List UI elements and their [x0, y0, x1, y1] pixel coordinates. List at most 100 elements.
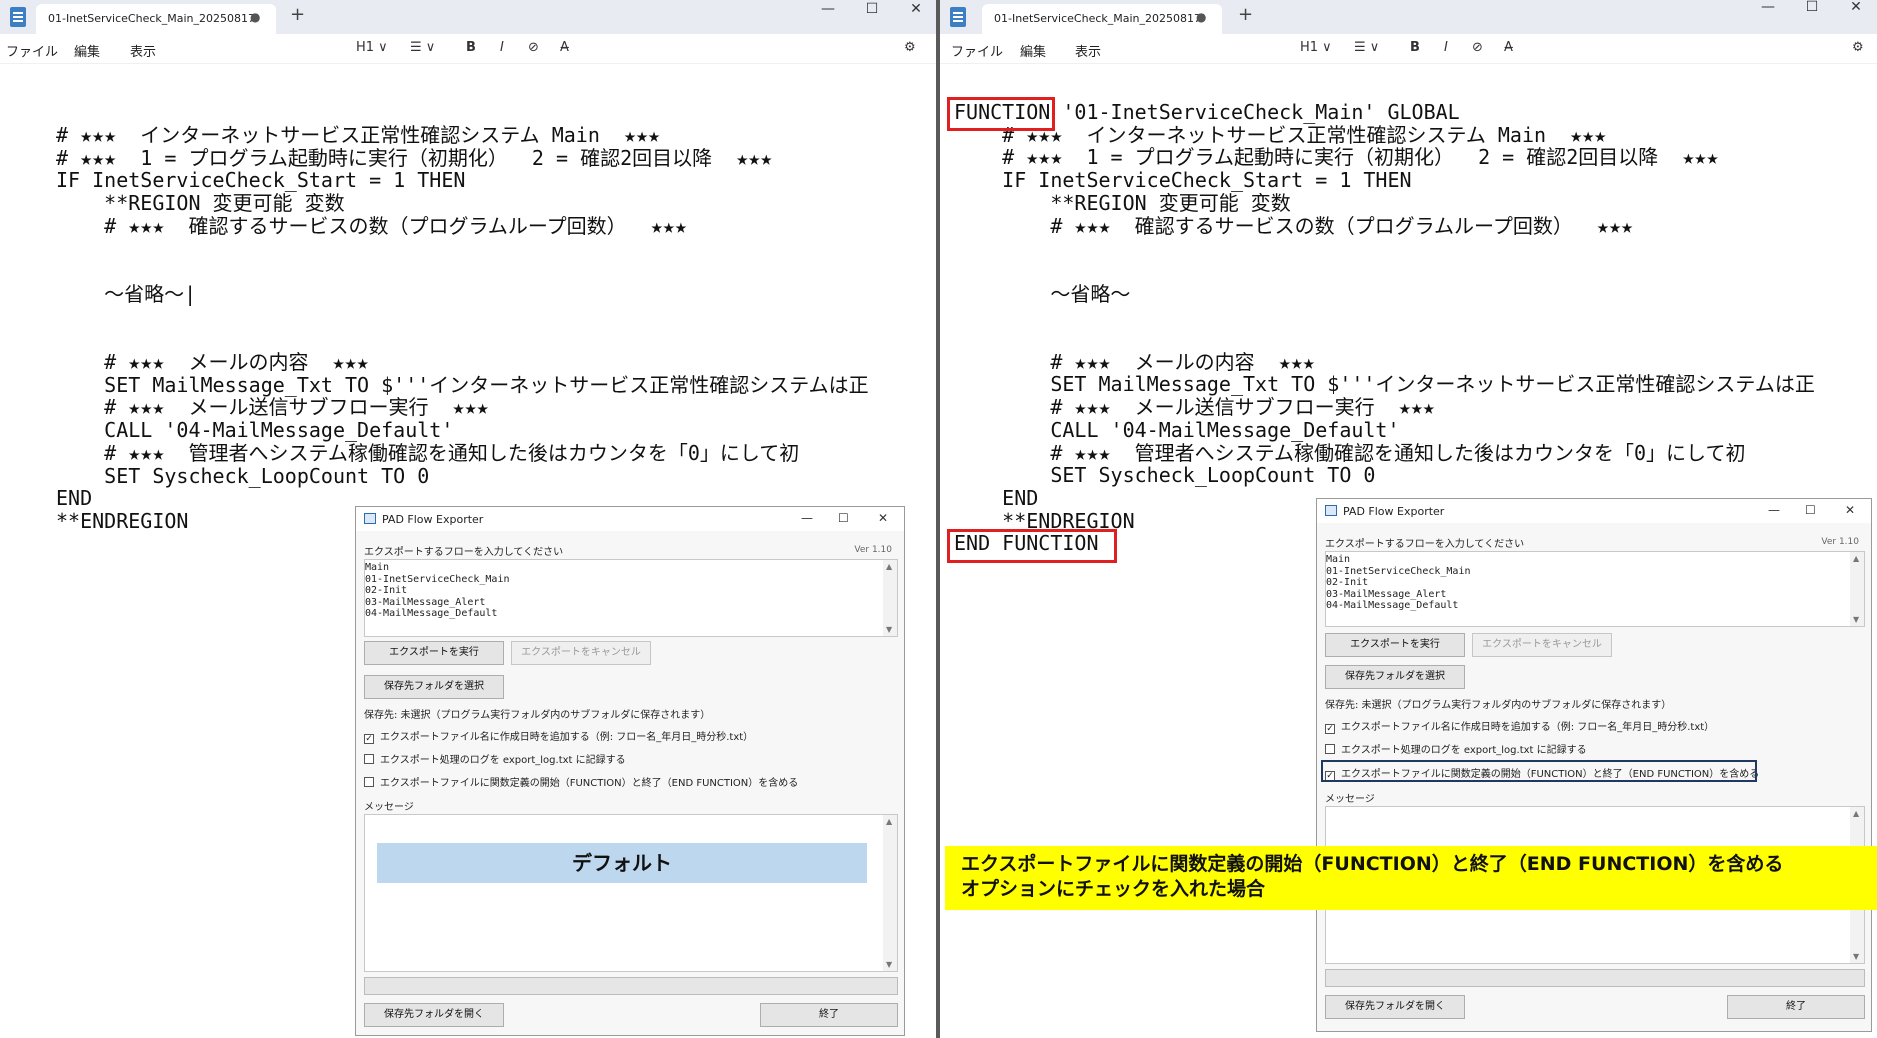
- default-banner: デフォルト: [377, 843, 867, 883]
- cancel-export-button[interactable]: エクスポートをキャンセル: [511, 641, 651, 665]
- link-icon[interactable]: ⊘: [528, 40, 539, 55]
- dialog-close-button[interactable]: ✕: [1845, 503, 1855, 517]
- list-dropdown[interactable]: ☰ ∨: [410, 40, 435, 55]
- save-destination-label: 保存先: 未選択（プログラム実行フォルダ内のサブフォルダに保存されます）: [364, 710, 711, 721]
- minimize-button[interactable]: —: [1748, 0, 1788, 26]
- export-button[interactable]: エクスポートを実行: [1325, 633, 1465, 657]
- dialog-maximize-button[interactable]: ☐: [838, 511, 849, 525]
- flow-prompt-label: エクスポートするフローを入力してください: [1325, 539, 1525, 550]
- maximize-button[interactable]: ☐: [852, 2, 892, 28]
- checkbox-checked-icon[interactable]: ✓: [1325, 724, 1335, 734]
- flow-prompt-label: エクスポートするフローを入力してください: [364, 547, 564, 558]
- checkbox-checked-icon[interactable]: ✓: [364, 734, 374, 744]
- version-label: Ver 1.10: [1821, 537, 1859, 547]
- menu-bar: ファイル 編集 表示 H1 ∨ ☰ ∨ B I ⊘ A̶ ⚙: [0, 34, 936, 64]
- option-datetime-checkbox[interactable]: ✓ エクスポートファイル名に作成日時を追加する（例: フロー名_年月日_時分秒.t…: [1325, 718, 1714, 734]
- minimize-button[interactable]: —: [808, 2, 848, 28]
- scroll-up-icon[interactable]: ▲: [1853, 554, 1859, 563]
- pad-flow-exporter-dialog: PAD Flow Exporter — ☐ ✕ エクスポートするフローを入力して…: [355, 506, 905, 1036]
- menu-file[interactable]: ファイル: [6, 41, 58, 60]
- app-window-icon: [364, 513, 376, 524]
- scroll-up-icon[interactable]: ▲: [1853, 809, 1859, 818]
- menu-file[interactable]: ファイル: [951, 41, 1003, 60]
- settings-gear-icon[interactable]: ⚙: [904, 40, 916, 55]
- scroll-down-icon[interactable]: ▼: [1853, 615, 1859, 624]
- checkbox-unchecked-icon[interactable]: [364, 777, 374, 787]
- dialog-minimize-button[interactable]: —: [801, 511, 813, 525]
- open-folder-button[interactable]: 保存先フォルダを開く: [1325, 995, 1465, 1019]
- menu-edit[interactable]: 編集: [1020, 41, 1046, 60]
- function-red-highlight: [947, 97, 1055, 131]
- new-tab-button[interactable]: +: [1238, 4, 1253, 25]
- editor-tab[interactable]: 01-InetServiceCheck_Main_20250817 ●: [982, 4, 1222, 34]
- flow-scrollbar[interactable]: ▲ ▼: [1850, 552, 1864, 626]
- scroll-down-icon[interactable]: ▼: [1853, 952, 1859, 961]
- flow-scrollbar[interactable]: ▲ ▼: [883, 560, 897, 636]
- option-datetime-checkbox[interactable]: ✓ エクスポートファイル名に作成日時を追加する（例: フロー名_年月日_時分秒.t…: [364, 728, 753, 744]
- message-label: メッセージ: [364, 802, 414, 813]
- scroll-up-icon[interactable]: ▲: [886, 817, 892, 826]
- dialog-minimize-button[interactable]: —: [1768, 503, 1780, 517]
- unsaved-dot-icon[interactable]: ●: [1196, 10, 1206, 24]
- heading-dropdown[interactable]: H1 ∨: [1300, 40, 1332, 55]
- option-log-label: エクスポート処理のログを export_log.txt に記録する: [380, 755, 626, 766]
- clear-format-icon[interactable]: A̶: [1504, 40, 1513, 55]
- flow-input[interactable]: Main 01-InetServiceCheck_Main 02-Init 03…: [1325, 551, 1865, 627]
- open-folder-button[interactable]: 保存先フォルダを開く: [364, 1003, 504, 1027]
- select-folder-button[interactable]: 保存先フォルダを選択: [364, 675, 504, 699]
- maximize-button[interactable]: ☐: [1792, 0, 1832, 26]
- menu-view[interactable]: 表示: [1075, 41, 1101, 60]
- italic-button[interactable]: I: [1444, 40, 1448, 55]
- dialog-title-bar: PAD Flow Exporter — ☐ ✕: [356, 507, 904, 531]
- message-area[interactable]: ▲ ▼: [364, 814, 898, 972]
- dialog-close-button[interactable]: ✕: [878, 511, 888, 525]
- exit-button[interactable]: 終了: [760, 1003, 898, 1027]
- pad-flow-exporter-dialog: PAD Flow Exporter — ☐ ✕ エクスポートするフローを入力して…: [1316, 498, 1872, 1032]
- version-label: Ver 1.10: [854, 545, 892, 555]
- checkbox-unchecked-icon[interactable]: [364, 754, 374, 764]
- option-log-checkbox[interactable]: エクスポート処理のログを export_log.txt に記録する: [1325, 741, 1587, 756]
- scroll-down-icon[interactable]: ▼: [886, 625, 892, 634]
- link-icon[interactable]: ⊘: [1472, 40, 1483, 55]
- menu-view[interactable]: 表示: [130, 41, 156, 60]
- exit-button[interactable]: 終了: [1727, 995, 1865, 1019]
- notepad-icon: [950, 7, 966, 27]
- export-button[interactable]: エクスポートを実行: [364, 641, 504, 665]
- italic-button[interactable]: I: [500, 40, 504, 55]
- message-scrollbar[interactable]: ▲ ▼: [883, 815, 897, 971]
- option-function-checkbox[interactable]: エクスポートファイルに関数定義の開始（FUNCTION）と終了（END FUNC…: [364, 774, 798, 789]
- list-dropdown[interactable]: ☰ ∨: [1354, 40, 1379, 55]
- scroll-down-icon[interactable]: ▼: [886, 960, 892, 969]
- scroll-up-icon[interactable]: ▲: [886, 562, 892, 571]
- flow-list-text: Main 01-InetServiceCheck_Main 02-Init 03…: [365, 562, 510, 619]
- progress-bar: [1325, 969, 1865, 987]
- flow-list-text: Main 01-InetServiceCheck_Main 02-Init 03…: [1326, 554, 1471, 611]
- title-bar: 01-InetServiceCheck_Main_20250817 ● + — …: [0, 0, 936, 34]
- option-log-label: エクスポート処理のログを export_log.txt に記録する: [1341, 745, 1587, 756]
- unsaved-dot-icon[interactable]: ●: [250, 10, 260, 24]
- option-datetime-label: エクスポートファイル名に作成日時を追加する（例: フロー名_年月日_時分秒.tx…: [380, 732, 754, 743]
- cancel-export-button[interactable]: エクスポートをキャンセル: [1472, 633, 1612, 657]
- new-tab-button[interactable]: +: [290, 4, 305, 25]
- option-log-checkbox[interactable]: エクスポート処理のログを export_log.txt に記録する: [364, 751, 626, 766]
- select-folder-button[interactable]: 保存先フォルダを選択: [1325, 665, 1465, 689]
- close-button[interactable]: ✕: [896, 2, 936, 28]
- left-editor-window: 01-InetServiceCheck_Main_20250817 ● + — …: [0, 0, 936, 1038]
- menu-edit[interactable]: 編集: [74, 41, 100, 60]
- notepad-icon: [10, 7, 26, 27]
- bold-button[interactable]: B: [466, 40, 476, 55]
- settings-gear-icon[interactable]: ⚙: [1852, 40, 1864, 55]
- clear-format-icon[interactable]: A̶: [560, 40, 569, 55]
- editor-tab[interactable]: 01-InetServiceCheck_Main_20250817 ●: [36, 4, 276, 34]
- end-function-red-highlight: [947, 529, 1117, 563]
- close-button[interactable]: ✕: [1836, 0, 1876, 26]
- code-text: # ★★★ インターネットサービス正常性確認システム Main ★★★ # ★★…: [56, 123, 869, 533]
- caption-line-1: エクスポートファイルに関数定義の開始（FUNCTION）と終了（END FUNC…: [961, 853, 1784, 875]
- bold-button[interactable]: B: [1410, 40, 1420, 55]
- save-destination-label: 保存先: 未選択（プログラム実行フォルダ内のサブフォルダに保存されます）: [1325, 700, 1672, 711]
- flow-input[interactable]: Main 01-InetServiceCheck_Main 02-Init 03…: [364, 559, 898, 637]
- checkbox-unchecked-icon[interactable]: [1325, 744, 1335, 754]
- dialog-maximize-button[interactable]: ☐: [1805, 503, 1816, 517]
- code-text: FUNCTION '01-InetServiceCheck_Main' GLOB…: [954, 100, 1815, 556]
- heading-dropdown[interactable]: H1 ∨: [356, 40, 388, 55]
